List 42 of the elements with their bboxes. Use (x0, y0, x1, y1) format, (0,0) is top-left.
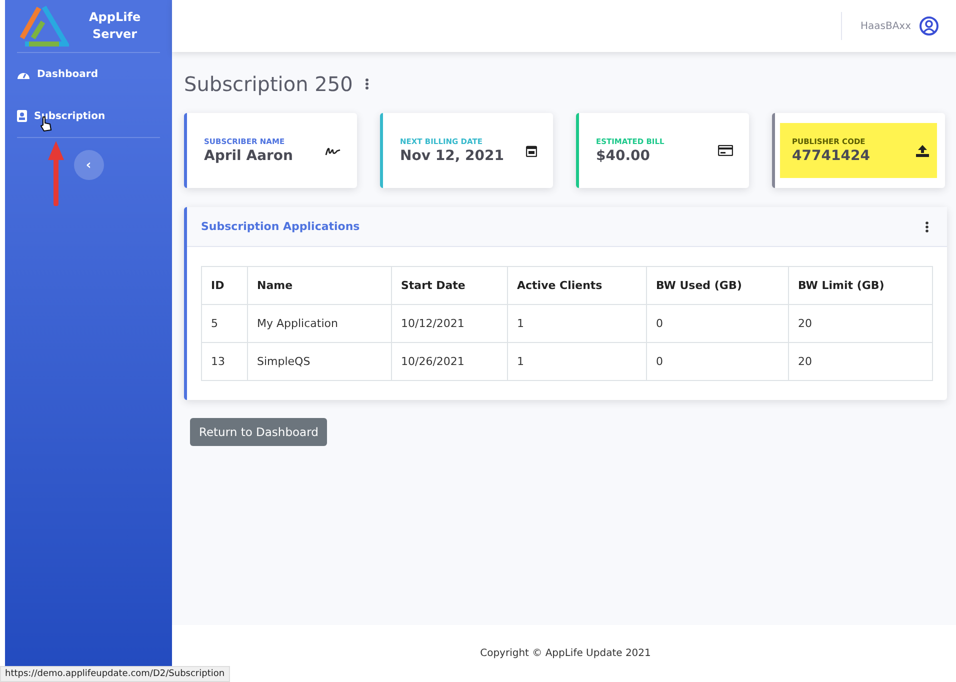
card-value: 47741424 (792, 148, 870, 164)
column-header: BW Limit (GB) (788, 266, 932, 304)
table-cell: 13 (202, 342, 248, 380)
user-avatar-icon[interactable] (919, 16, 939, 36)
calendar-icon (526, 144, 537, 156)
sidebar-item[interactable]: Dashboard (17, 53, 160, 95)
panel-title: Subscription Applications (201, 220, 360, 233)
column-header: Name (248, 266, 392, 304)
contact-icon (17, 110, 27, 122)
table-cell: 0 (646, 304, 788, 342)
card-value: Nov 12, 2021 (400, 148, 504, 164)
brand-name: AppLife Server (89, 9, 141, 43)
sidebar-toggle-button[interactable]: ‹ (74, 150, 104, 180)
sidebar-item[interactable]: Subscription (17, 95, 160, 137)
table-cell: 1 (508, 342, 646, 380)
arrow-icon (47, 140, 65, 206)
credit-card-icon (718, 145, 733, 156)
column-header: ID (202, 266, 248, 304)
logo-icon (19, 4, 69, 48)
table-cell: 20 (788, 342, 932, 380)
table-cell: 5 (202, 304, 248, 342)
table-cell: My Application (248, 304, 392, 342)
table-cell: 10/26/2021 (392, 342, 508, 380)
status-url: https://demo.applifeupdate.com/D2/Subscription (0, 666, 230, 682)
card-value: April Aaron (204, 148, 294, 164)
table-cell: SimpleQS (248, 342, 392, 380)
column-header: BW Used (GB) (646, 266, 788, 304)
column-header: Active Clients (508, 266, 646, 304)
table-cell: 20 (788, 304, 932, 342)
copyright-text: Copyright © AppLife Update 2021 (480, 648, 651, 659)
table-cell: 10/12/2021 (392, 304, 508, 342)
user-name[interactable]: HaasBAxx (860, 20, 911, 32)
page-title: Subscription 250 (184, 72, 353, 96)
return-button[interactable]: Return to Dashboard (190, 418, 328, 446)
upload-icon (916, 144, 929, 156)
signature-icon (325, 146, 341, 156)
card-value: $40.00 (596, 148, 652, 164)
table-cell: 1 (508, 304, 646, 342)
more-options-icon[interactable] (925, 220, 929, 232)
more-options-icon[interactable] (364, 78, 369, 90)
table-cell: 0 (646, 342, 788, 380)
column-header: Start Date (392, 266, 508, 304)
